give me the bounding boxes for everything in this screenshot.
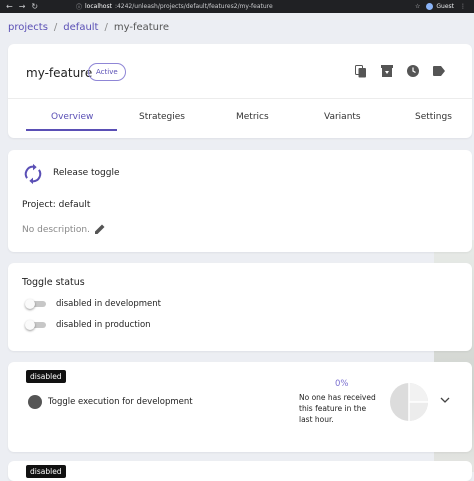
tab-settings[interactable]: Settings <box>415 112 452 122</box>
feature-info-card: Release toggle Project: default No descr… <box>8 150 472 252</box>
url-path: :4242/unleash/projects/default/features2… <box>114 3 273 10</box>
development-toggle-switch[interactable] <box>25 299 46 309</box>
browser-right-controls: ☆ Guest ⋮ <box>415 3 474 10</box>
forward-icon[interactable]: → <box>19 0 26 13</box>
feature-tabs: Overview Strategies Metrics Variants Set… <box>8 100 472 138</box>
production-toggle-switch[interactable] <box>25 320 46 330</box>
exposure-pie-icon <box>390 383 428 421</box>
env-toggle-row-production: disabled in production <box>25 320 151 330</box>
feature-header-card: my-feature Active Overview Strategies Me… <box>8 44 472 138</box>
env-toggle-label: disabled in development <box>56 299 162 309</box>
bookmark-star-icon[interactable]: ☆ <box>415 3 420 10</box>
archive-icon[interactable] <box>380 64 394 78</box>
env-toggle-row-development: disabled in development <box>25 299 162 309</box>
feature-type-label: Release toggle <box>53 168 120 178</box>
tag-icon[interactable] <box>432 64 446 78</box>
avatar-icon <box>426 3 434 10</box>
active-tab-indicator <box>26 129 117 131</box>
breadcrumb-separator: / <box>53 22 58 33</box>
env-toggle-label: disabled in production <box>56 320 151 330</box>
breadcrumb-default-link[interactable]: default <box>63 22 98 33</box>
breadcrumb-current: my-feature <box>113 22 170 33</box>
edit-pencil-icon[interactable] <box>94 223 106 235</box>
address-bar[interactable]: ⓘ localhost:4242/unleash/projects/defaul… <box>76 2 415 11</box>
sync-icon <box>24 163 42 185</box>
cloud-icon <box>28 395 42 409</box>
profile-button[interactable]: Guest <box>426 3 454 10</box>
url-host: localhost <box>85 3 112 10</box>
browser-nav: ← → ↻ <box>0 0 76 13</box>
breadcrumb-separator: / <box>104 22 108 33</box>
header-divider <box>8 98 472 99</box>
toggle-status-card: Toggle status disabled in development di… <box>8 263 472 351</box>
tab-metrics[interactable]: Metrics <box>236 112 269 122</box>
breadcrumb: projects / default / my-feature <box>8 22 169 33</box>
status-badge: Active <box>88 63 126 81</box>
tab-overview[interactable]: Overview <box>51 112 93 122</box>
history-icon[interactable] <box>406 64 420 78</box>
environment-card-development: disabled Toggle execution for developmen… <box>8 362 472 452</box>
tab-strategies[interactable]: Strategies <box>139 112 185 122</box>
browser-toolbar: ← → ↻ ⓘ localhost:4242/unleash/projects/… <box>0 0 474 13</box>
chevron-down-icon[interactable] <box>440 396 450 404</box>
project-label: Project: default <box>22 200 91 210</box>
metrics-description: No one has received this feature in the … <box>299 393 376 424</box>
env-toggle-heading: Toggle execution for development <box>48 397 193 407</box>
info-icon: ⓘ <box>76 4 83 11</box>
feature-title: my-feature <box>26 66 93 80</box>
environment-card-production: disabled <box>8 461 472 481</box>
back-icon[interactable]: ← <box>6 0 13 13</box>
copy-icon[interactable] <box>354 64 368 78</box>
header-actions <box>354 64 446 78</box>
breadcrumb-projects-link[interactable]: projects <box>8 22 48 33</box>
profile-label: Guest <box>436 3 454 10</box>
exposure-percent: 0% <box>335 379 349 389</box>
env-status-badge: disabled <box>26 370 66 383</box>
menu-dots-icon[interactable]: ⋮ <box>460 3 466 10</box>
tab-variants[interactable]: Variants <box>324 112 361 122</box>
toggle-status-title: Toggle status <box>22 277 85 288</box>
reload-icon[interactable]: ↻ <box>31 0 38 13</box>
description-text: No description. <box>22 225 91 235</box>
